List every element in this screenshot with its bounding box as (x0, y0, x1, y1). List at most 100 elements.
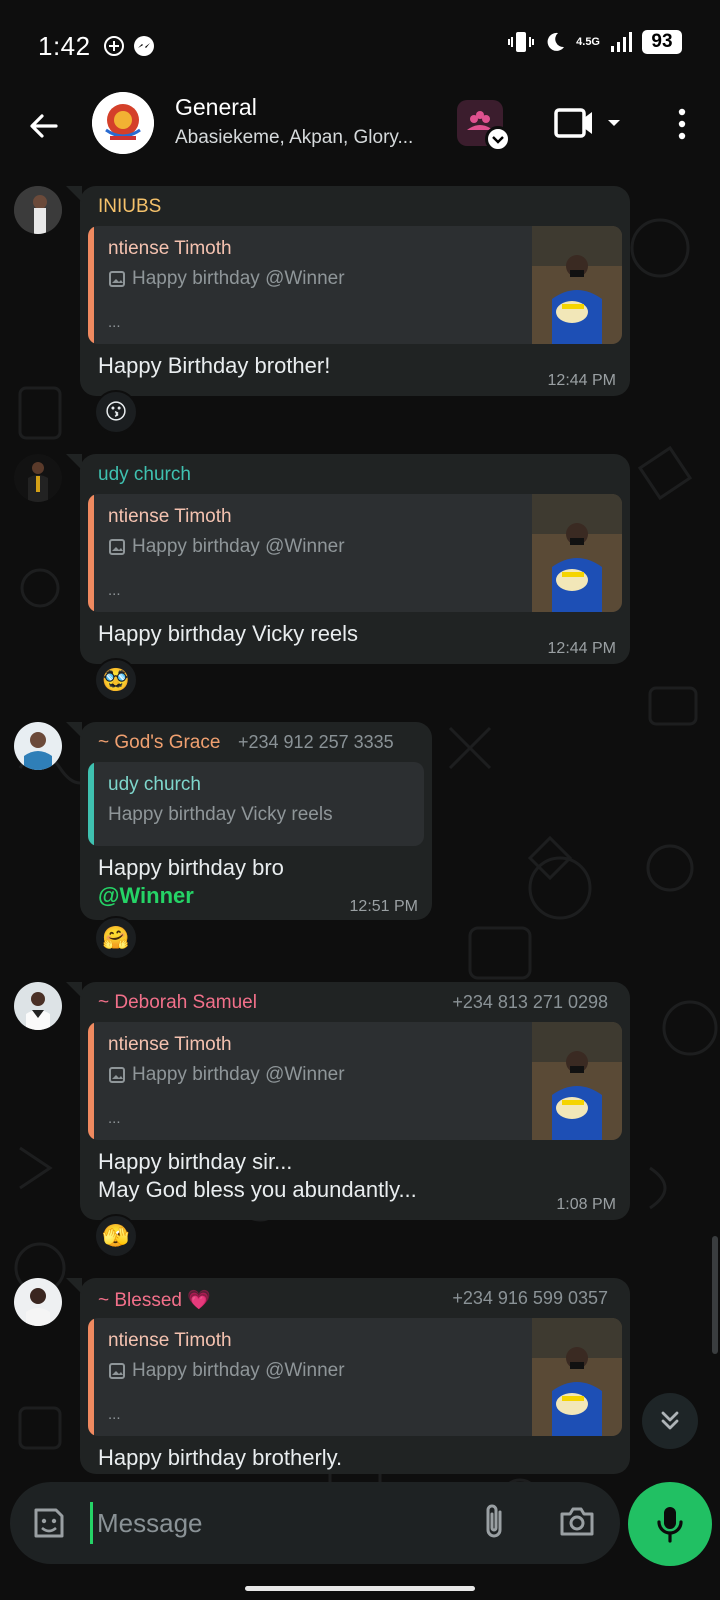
message-time: 12:44 PM (547, 372, 616, 389)
quote-more: ... (108, 582, 121, 599)
quote-thumbnail (532, 1022, 622, 1140)
quoted-message[interactable]: ntiense Timoth Happy birthday @Winner ..… (88, 494, 622, 612)
sender-name[interactable]: ~ God's Grace (98, 732, 220, 754)
community-button[interactable] (457, 100, 511, 152)
message-time: 1:08 PM (556, 1196, 616, 1213)
sender-avatar[interactable] (14, 1278, 62, 1326)
scrollbar[interactable] (712, 1236, 718, 1354)
message-bubble[interactable]: ~ Blessed 💗 +234 916 599 0357 ntiense Ti… (66, 1278, 630, 1474)
sender-avatar[interactable] (14, 186, 62, 234)
reaction-badge[interactable]: 🥸 (94, 658, 138, 702)
chat-screen: 1:42 4.5G 93 General Abasiekeme, Akpan, … (0, 0, 720, 1600)
dnd-moon-icon (547, 32, 565, 51)
quote-bar (88, 494, 94, 612)
reaction-badge[interactable]: 😗 (94, 390, 138, 434)
sender-name[interactable]: udy church (98, 464, 191, 486)
quote-bar (88, 1022, 94, 1140)
image-icon (109, 539, 125, 555)
sender-name[interactable]: INIUBS (98, 196, 161, 218)
quote-more: ... (108, 1406, 121, 1423)
reaction-badge[interactable]: 🤗 (94, 916, 138, 960)
image-icon (109, 1363, 125, 1379)
quote-more: ... (108, 314, 121, 331)
message-time: 12:44 PM (547, 640, 616, 657)
sticker-icon[interactable] (30, 1504, 68, 1542)
sender-avatar[interactable] (14, 454, 62, 502)
quote-sender: ntiense Timoth (108, 1330, 232, 1351)
quote-text: Happy birthday @Winner (132, 536, 345, 557)
home-indicator[interactable] (245, 1586, 475, 1591)
sender-phone: +234 912 257 3335 (238, 732, 394, 752)
attach-icon[interactable] (480, 1502, 510, 1542)
quoted-message[interactable]: ntiense Timoth Happy birthday @Winner ..… (88, 1318, 622, 1436)
quoted-message[interactable]: ntiense Timoth Happy birthday @Winner ..… (88, 1022, 622, 1140)
message-bubble[interactable]: ~ Deborah Samuel +234 813 271 0298 ntien… (66, 982, 630, 1220)
message-text-line1[interactable]: Happy birthday sir... (98, 1148, 292, 1176)
microphone-icon (657, 1507, 683, 1543)
image-icon (109, 1067, 125, 1083)
signal-icon (611, 32, 632, 52)
quote-sender: ntiense Timoth (108, 1034, 232, 1055)
chevron-down-icon (485, 126, 511, 152)
message-time: 12:51 PM (349, 898, 418, 915)
reaction-emoji: 🫣 (102, 1223, 130, 1248)
more-options-icon[interactable] (672, 104, 692, 144)
reaction-badge[interactable]: 🫣 (94, 1214, 138, 1258)
message-bubble[interactable]: INIUBS ntiense Timoth Happy birthday @Wi… (66, 186, 630, 396)
sender-avatar[interactable] (14, 722, 62, 770)
voice-message-button[interactable] (628, 1482, 712, 1566)
quote-sender: ntiense Timoth (108, 506, 232, 527)
quoted-message[interactable]: udy church Happy birthday Vicky reels (88, 762, 424, 846)
back-arrow-icon[interactable] (26, 108, 62, 144)
group-members[interactable]: Abasiekeme, Akpan, Glory... (175, 127, 440, 149)
quote-text-row: Happy birthday @Winner (108, 1360, 345, 1382)
network-type: 4.5G (576, 36, 600, 48)
image-icon (109, 271, 125, 287)
group-avatar[interactable] (92, 92, 154, 154)
quote-text-row: Happy birthday @Winner (108, 536, 345, 558)
quote-bar (88, 226, 94, 344)
battery-level: 93 (642, 30, 682, 54)
messenger-icon (133, 36, 154, 56)
message-text[interactable]: Happy birthday brotherly. (98, 1444, 342, 1472)
message-bubble[interactable]: udy church ntiense Timoth Happy birthday… (66, 454, 630, 664)
message-bubble[interactable]: ~ God's Grace +234 912 257 3335 udy chur… (66, 722, 432, 920)
quote-text: Happy birthday Vicky reels (108, 804, 333, 825)
mention-link[interactable]: @Winner (98, 882, 194, 910)
sender-phone: +234 813 271 0298 (452, 992, 608, 1012)
quote-thumbnail (532, 1318, 622, 1436)
quote-text: Happy birthday @Winner (132, 1360, 345, 1381)
quote-text-row: Happy birthday @Winner (108, 268, 345, 290)
quote-text: Happy birthday @Winner (132, 268, 345, 289)
quote-thumbnail (532, 494, 622, 612)
quote-sender: udy church (108, 774, 201, 795)
scroll-to-bottom-button[interactable] (642, 1393, 698, 1449)
quote-thumbnail (532, 226, 622, 344)
message-text[interactable]: Happy birthday Vicky reels (98, 620, 358, 648)
quote-more: ... (108, 1110, 121, 1127)
double-chevron-down-icon (661, 1411, 679, 1430)
camera-icon[interactable] (558, 1504, 596, 1540)
status-time: 1:42 (38, 30, 91, 61)
sender-name[interactable]: ~ Deborah Samuel (98, 992, 257, 1014)
message-text-line2[interactable]: May God bless you abundantly... (98, 1176, 417, 1204)
sender-name[interactable]: ~ Blessed 💗 (98, 1288, 211, 1312)
message-text[interactable]: Happy birthday bro (98, 854, 284, 882)
reaction-emoji: 🥸 (102, 667, 130, 692)
video-call-icon[interactable] (552, 104, 622, 144)
quote-text: Happy birthday @Winner (132, 1064, 345, 1085)
message-text[interactable]: Happy Birthday brother! (98, 352, 330, 380)
notification-add-icon (103, 36, 124, 56)
quote-text-row: Happy birthday @Winner (108, 1064, 345, 1086)
quote-sender: ntiense Timoth (108, 238, 232, 259)
quote-bar (88, 1318, 94, 1436)
quoted-message[interactable]: ntiense Timoth Happy birthday @Winner ..… (88, 226, 622, 344)
sender-avatar[interactable] (14, 982, 62, 1030)
group-title[interactable]: General (175, 94, 257, 121)
quote-bar (88, 762, 94, 846)
sender-phone: +234 916 599 0357 (452, 1288, 608, 1308)
chat-header: General Abasiekeme, Akpan, Glory... (0, 92, 720, 168)
message-input[interactable] (90, 1502, 470, 1544)
message-composer (10, 1482, 620, 1564)
reaction-emoji: 😗 (104, 399, 128, 424)
